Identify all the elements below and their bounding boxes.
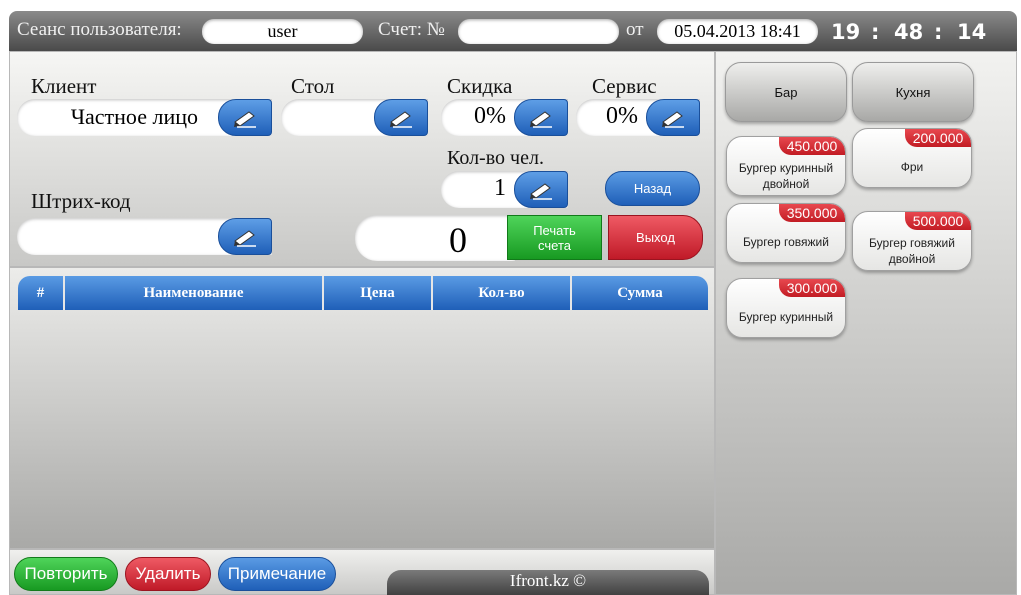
pencil-icon — [390, 110, 412, 128]
total-amount: 0 — [449, 220, 467, 260]
client-value: Частное лицо — [70, 104, 198, 129]
footer-copyright: Ifront.kz © — [387, 570, 709, 595]
order-table-header: # Наименование Цена Кол-во Сумма — [18, 276, 708, 310]
print-bill-label-line2: счета — [538, 237, 571, 253]
service-field[interactable]: 0% — [576, 99, 700, 136]
column-header-number: # — [18, 276, 65, 310]
people-count-field[interactable]: 1 — [441, 171, 568, 208]
menu-item-price: 200.000 — [905, 129, 971, 147]
menu-item-button[interactable]: 450.000 Бургер куринный двойной — [726, 136, 846, 196]
repeat-button[interactable]: Повторить — [14, 557, 118, 591]
barcode-edit-button[interactable] — [218, 218, 272, 255]
session-label: Сеанс пользователя: — [17, 19, 182, 40]
menu-item-price: 300.000 — [779, 279, 845, 297]
discount-edit-button[interactable] — [514, 99, 568, 136]
clock-seconds: 14 — [957, 20, 987, 44]
table-edit-button[interactable] — [374, 99, 428, 136]
pencil-icon — [662, 110, 684, 128]
table-field[interactable] — [281, 99, 428, 136]
menu-item-price: 500.000 — [905, 212, 971, 230]
menu-item-name: Бургер говяжий — [743, 235, 829, 249]
discount-label: Скидка — [447, 74, 513, 98]
menu-item-price: 350.000 — [779, 204, 845, 222]
top-bar: Сеанс пользователя: user Счет: № от 05.0… — [9, 11, 1017, 51]
client-edit-button[interactable] — [218, 99, 272, 136]
user-field: user — [202, 19, 363, 44]
order-form-panel: Клиент Частное лицо Стол Скидка 0% Серви… — [9, 51, 715, 267]
people-count-edit-button[interactable] — [514, 171, 568, 208]
service-edit-button[interactable] — [646, 99, 700, 136]
exit-button[interactable]: Выход — [608, 215, 703, 260]
discount-field[interactable]: 0% — [441, 99, 568, 136]
total-amount-field: 0 — [355, 215, 515, 261]
menu-item-button[interactable]: 350.000 Бургер говяжий — [726, 203, 846, 263]
datetime-field: 05.04.2013 18:41 — [657, 19, 818, 44]
menu-item-button[interactable]: 500.000 Бургер говяжий двойной — [852, 211, 972, 271]
pencil-icon — [234, 110, 256, 128]
account-label: Счет: № — [378, 19, 445, 40]
print-bill-label-line1: Печать — [533, 222, 576, 238]
people-count-label: Кол-во чел. — [447, 147, 544, 169]
clock-sep-2: : — [934, 20, 943, 44]
people-count-value: 1 — [494, 175, 506, 201]
service-label: Сервис — [592, 74, 657, 98]
client-label: Клиент — [31, 74, 97, 98]
menu-panel: Бар Кухня 450.000 Бургер куринный двойно… — [715, 51, 1017, 595]
service-value: 0% — [606, 103, 638, 129]
discount-value: 0% — [474, 103, 506, 129]
column-header-price: Цена — [324, 276, 433, 310]
clock-minutes: 48 — [894, 20, 924, 44]
note-button[interactable]: Примечание — [218, 557, 336, 591]
pencil-icon — [530, 110, 552, 128]
column-header-quantity: Кол-во — [433, 276, 572, 310]
clock-hours: 19 — [831, 20, 861, 44]
print-bill-button[interactable]: Печать счета — [507, 215, 602, 260]
column-header-name: Наименование — [65, 276, 324, 310]
order-table-panel: # Наименование Цена Кол-во Сумма — [9, 267, 715, 549]
from-label: от — [626, 19, 644, 40]
pencil-icon — [234, 229, 256, 247]
category-bar-button[interactable]: Бар — [725, 62, 847, 122]
bottom-action-bar: Повторить Удалить Примечание Ifront.kz © — [9, 549, 715, 595]
column-header-sum: Сумма — [572, 276, 708, 310]
table-label: Стол — [291, 74, 335, 98]
menu-item-name: Бургер куринный двойной — [738, 161, 834, 191]
menu-item-name: Фри — [900, 160, 924, 174]
category-kitchen-button[interactable]: Кухня — [852, 62, 974, 122]
back-button[interactable]: Назад — [605, 171, 700, 206]
pencil-icon — [530, 182, 552, 200]
menu-item-price: 450.000 — [779, 137, 845, 155]
barcode-label: Штрих-код — [31, 189, 131, 213]
barcode-field[interactable] — [17, 218, 272, 255]
menu-item-name: Бургер говяжий двойной — [869, 236, 955, 266]
menu-item-button[interactable]: 200.000 Фри — [852, 128, 972, 188]
menu-item-name: Бургер куринный — [738, 310, 834, 324]
delete-button[interactable]: Удалить — [125, 557, 211, 591]
clock-sep-1: : — [871, 20, 880, 44]
menu-item-button[interactable]: 300.000 Бургер куринный — [726, 278, 846, 338]
account-number-field[interactable] — [458, 19, 619, 44]
client-field[interactable]: Частное лицо — [17, 99, 272, 136]
